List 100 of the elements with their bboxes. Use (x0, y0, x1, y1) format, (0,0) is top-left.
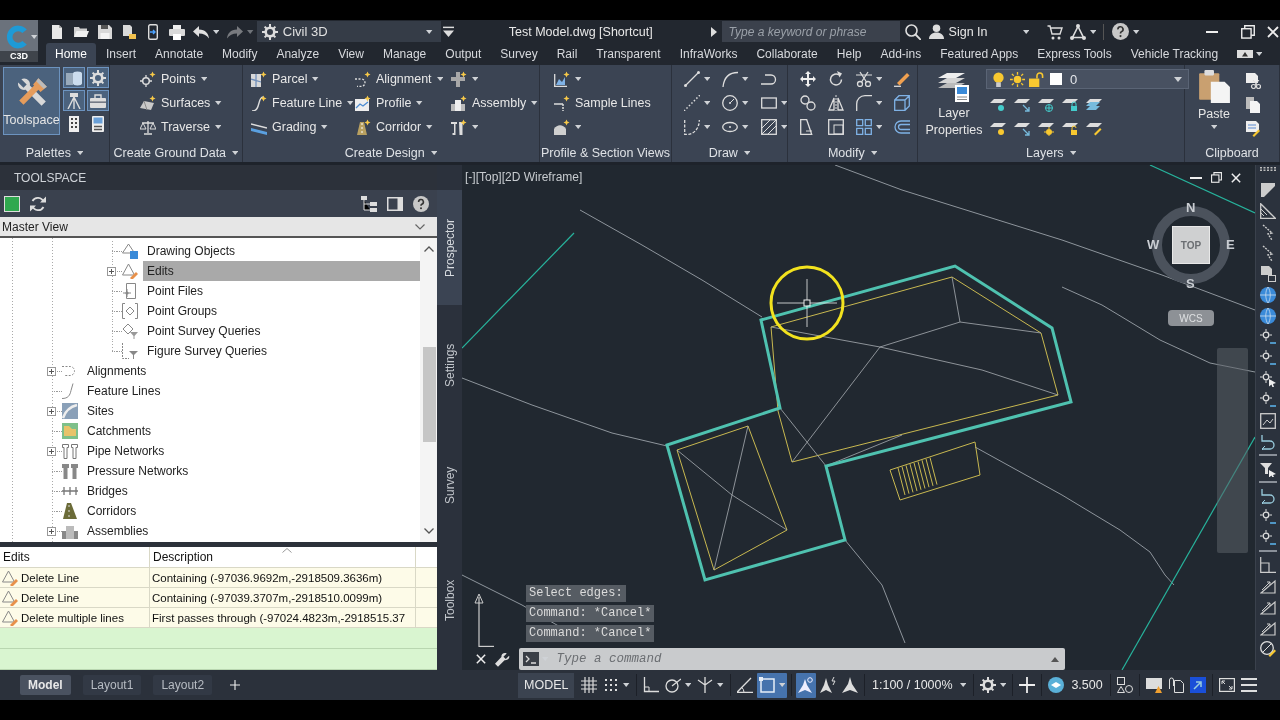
help-button[interactable] (1112, 23, 1140, 40)
ribbon-tab[interactable]: Featured Apps (931, 43, 1028, 65)
tree-item[interactable]: Point Files (143, 281, 208, 301)
status-toggle[interactable] (796, 672, 816, 698)
sign-in-button[interactable]: Sign In (928, 24, 988, 39)
toolbar-button[interactable] (1260, 284, 1276, 305)
match-properties-button[interactable] (1245, 121, 1261, 137)
toolbar-button[interactable] (1260, 305, 1276, 326)
toolbar-button[interactable] (1260, 389, 1276, 410)
command-input[interactable]: Type a command (554, 651, 1051, 667)
refresh-button[interactable] (30, 195, 46, 212)
tree-item[interactable]: Alignments (83, 361, 151, 381)
tree-item[interactable]: Pipe Networks (83, 441, 169, 461)
panel-title[interactable]: Create Ground Data (113, 145, 239, 160)
viewport-label[interactable]: [-][Top][2D Wireframe] (465, 170, 583, 184)
customize-button[interactable] (495, 651, 510, 667)
toolbar-button[interactable] (1260, 326, 1276, 347)
panel-title[interactable]: Palettes (25, 145, 84, 160)
expand-plus-icon[interactable] (47, 446, 56, 456)
palette-toggle[interactable] (87, 67, 109, 88)
toolspace-button[interactable]: Toolspace (3, 67, 60, 135)
ribbon-tab[interactable]: Add-ins (871, 43, 931, 65)
layout-tab[interactable]: Layout1 (82, 675, 142, 695)
command-prompt-button[interactable] (523, 652, 549, 666)
tool-button[interactable] (760, 95, 788, 111)
ribbon-tab[interactable]: Collaborate (747, 43, 827, 65)
status-toggle[interactable] (756, 672, 787, 698)
toolbar-button[interactable] (145, 23, 161, 40)
ribbon-tab[interactable]: Help (827, 43, 871, 65)
ribbon-tab[interactable]: Modify (213, 43, 267, 65)
ribbon-tab[interactable]: Vehicle Tracking (1121, 43, 1228, 65)
tree-item[interactable]: Corridors (83, 501, 141, 521)
help-button[interactable] (413, 195, 429, 212)
customize-button[interactable] (442, 26, 454, 37)
toolbar-button[interactable] (193, 23, 220, 40)
scrollbar-thumb[interactable] (423, 347, 436, 442)
tree-item[interactable]: Assemblies (83, 521, 153, 541)
paste-button[interactable]: Paste (1197, 67, 1231, 129)
palette-toggle[interactable] (63, 67, 85, 88)
command-history-button[interactable] (1051, 656, 1059, 662)
tool-button[interactable] (760, 119, 788, 135)
layer-tool-button[interactable] (1086, 120, 1102, 136)
panel-title[interactable]: Draw (708, 145, 751, 160)
ribbon-tab[interactable]: Insert (97, 43, 146, 65)
ribbon-button[interactable]: Corridor (355, 115, 451, 139)
toolbar-button[interactable] (1260, 527, 1276, 548)
layer-tool-button[interactable] (990, 120, 1006, 136)
tool-button[interactable] (856, 95, 883, 111)
toolbar-button[interactable] (4, 195, 20, 212)
model-space-button[interactable]: MODEL (518, 672, 575, 698)
tool-button[interactable] (684, 95, 711, 111)
layer-tool-button[interactable] (1038, 120, 1054, 136)
search-button[interactable] (904, 23, 921, 40)
tool-button[interactable] (722, 119, 749, 135)
tool-button[interactable] (828, 119, 844, 135)
account-menu-button[interactable] (1022, 29, 1029, 34)
tree-item[interactable]: Drawing Objects (143, 241, 240, 261)
tool-button[interactable] (722, 95, 749, 111)
layer-tool-button[interactable] (1062, 96, 1078, 112)
minimize-button[interactable] (1190, 176, 1202, 179)
ribbon-button[interactable]: Alignment (355, 67, 451, 91)
side-tab[interactable]: Survey (437, 425, 462, 545)
palette-toggle[interactable] (63, 90, 85, 111)
ribbon-tab[interactable]: Express Tools (1028, 43, 1121, 65)
tool-button[interactable] (856, 119, 883, 135)
expand-plus-icon[interactable] (47, 526, 56, 536)
tool-button[interactable] (828, 95, 844, 111)
tree-item[interactable]: Point Survey Queries (143, 321, 265, 341)
toolbar-button[interactable] (387, 195, 403, 212)
side-tab[interactable]: Prospector (437, 190, 462, 305)
toolbar-button[interactable] (169, 23, 185, 40)
tree-item[interactable]: Feature Lines (83, 381, 165, 401)
expand-button[interactable] (710, 26, 717, 37)
cut-button[interactable] (1245, 73, 1261, 89)
toolbar-button[interactable] (1260, 368, 1276, 389)
tree-item[interactable]: Point Groups (143, 301, 222, 321)
toolbar-button[interactable] (121, 23, 137, 40)
column-header[interactable]: Description (150, 547, 416, 567)
side-tab[interactable]: Settings (437, 305, 462, 425)
compass-letter[interactable]: S (1186, 277, 1195, 291)
layer-tool-button[interactable] (1062, 120, 1078, 136)
store-button[interactable] (1046, 23, 1063, 40)
minimize-button[interactable] (1205, 30, 1218, 33)
tool-button[interactable] (894, 95, 911, 111)
panel-title[interactable]: Clipboard (1205, 145, 1259, 160)
ribbon-tab[interactable]: InfraWorks (670, 43, 747, 65)
tree-item[interactable]: Edits (143, 261, 420, 281)
copy-button[interactable] (1245, 97, 1261, 113)
ribbon-button[interactable]: Sample Lines (554, 91, 651, 115)
compass-letter[interactable]: E (1226, 238, 1235, 252)
tree-item[interactable]: Bridges (83, 481, 132, 501)
expand-plus-icon[interactable] (107, 266, 116, 276)
ribbon-button[interactable]: Feature Line (251, 91, 355, 115)
layer-tool-button[interactable] (1014, 96, 1030, 112)
layout-tab[interactable]: Layout2 (153, 675, 213, 695)
toolbar-button[interactable] (1260, 347, 1276, 368)
toolbar-button[interactable] (361, 195, 377, 212)
close-button[interactable] (1266, 25, 1279, 38)
workspace-dropdown[interactable]: Civil 3D (256, 21, 441, 42)
layer-tool-button[interactable] (1086, 96, 1102, 112)
